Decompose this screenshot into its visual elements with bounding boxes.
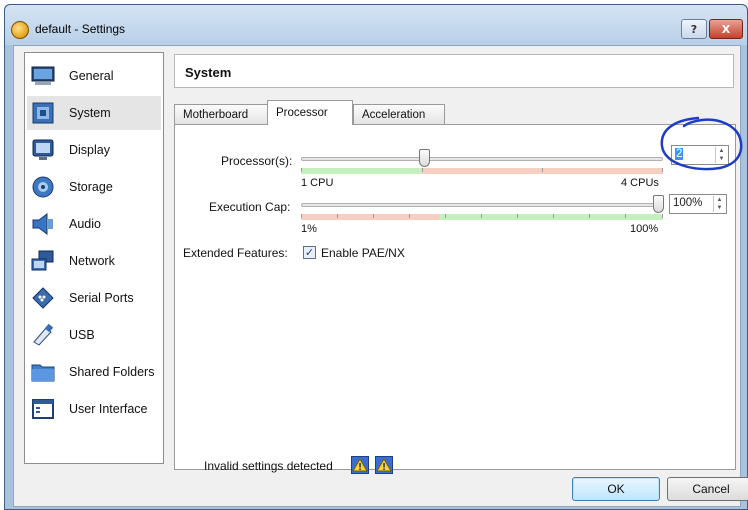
exec-cap-tick xyxy=(373,214,374,218)
processors-max-label: 4 CPUs xyxy=(621,177,659,189)
processor-panel: Processor(s): 1 CPU 4 CPUs 2 ▲ ▼ Executi… xyxy=(174,124,736,470)
exec-cap-max-label: 100% xyxy=(630,223,659,235)
window-icon xyxy=(32,399,54,419)
warning-display-icon[interactable] xyxy=(375,456,393,474)
section-header: System xyxy=(174,54,734,88)
exec-cap-label: Execution Cap: xyxy=(209,200,291,214)
usb-icon xyxy=(33,324,54,346)
disk-icon xyxy=(32,176,54,198)
settings-sidebar: General System Display Storage Audio Net… xyxy=(24,52,164,464)
help-button[interactable]: ? xyxy=(681,19,707,39)
exec-cap-tick xyxy=(481,214,482,218)
sidebar-item-label: USB xyxy=(69,328,95,342)
pae-nx-label[interactable]: Enable PAE/NX xyxy=(321,246,405,260)
sidebar-item-label: Shared Folders xyxy=(69,365,155,379)
warning-triangle-icon xyxy=(352,458,368,472)
exec-cap-tick xyxy=(409,214,410,218)
sidebar-item-general[interactable]: General xyxy=(27,59,161,93)
spin-up-icon[interactable]: ▲ xyxy=(714,196,725,204)
processors-tick xyxy=(301,168,302,172)
sidebar-item-label: Storage xyxy=(69,180,113,194)
exec-cap-valid-zone xyxy=(439,214,663,220)
tab-acceleration[interactable]: Acceleration xyxy=(353,104,445,124)
exec-cap-tick xyxy=(662,214,663,218)
network-icon xyxy=(31,250,54,271)
exec-cap-value[interactable]: 100% xyxy=(673,197,702,209)
processors-valid-zone xyxy=(301,168,422,174)
display-icon xyxy=(32,139,54,160)
invalid-settings-text: Invalid settings detected xyxy=(204,459,333,473)
sidebar-item-system[interactable]: System xyxy=(27,96,161,130)
sidebar-item-display[interactable]: Display xyxy=(27,133,161,167)
processors-tick xyxy=(422,168,423,172)
sidebar-item-label: Audio xyxy=(69,217,101,231)
speaker-icon xyxy=(32,213,53,235)
processors-slider-thumb[interactable] xyxy=(419,149,430,167)
monitor-icon xyxy=(31,66,55,85)
sidebar-item-audio[interactable]: Audio xyxy=(27,207,161,241)
exec-cap-spinbox[interactable]: 100% ▲ ▼ xyxy=(669,194,727,214)
exec-cap-tick xyxy=(337,214,338,218)
sidebar-item-serial-ports[interactable]: Serial Ports xyxy=(27,281,161,315)
settings-window: default - Settings ? X General System Di… xyxy=(4,4,748,510)
exec-cap-tick xyxy=(589,214,590,218)
annotation-circle xyxy=(660,116,743,171)
title-bar[interactable]: default - Settings ? X xyxy=(5,5,747,45)
sidebar-item-user-interface[interactable]: User Interface xyxy=(27,392,161,426)
exec-cap-tick xyxy=(445,214,446,218)
sidebar-item-label: Display xyxy=(69,143,110,157)
warning-system-icon[interactable] xyxy=(351,456,369,474)
exec-cap-tick xyxy=(517,214,518,218)
exec-cap-spin-buttons: ▲ ▼ xyxy=(713,196,725,212)
sidebar-item-shared-folders[interactable]: Shared Folders xyxy=(27,355,161,389)
exec-cap-warn-zone xyxy=(301,214,439,220)
exec-cap-min-label: 1% xyxy=(301,223,317,235)
window-title: default - Settings xyxy=(35,22,126,36)
warning-triangle-icon xyxy=(376,458,392,472)
processors-slider-track[interactable] xyxy=(301,157,663,161)
tab-processor[interactable]: Processor xyxy=(267,100,353,125)
sidebar-item-label: System xyxy=(69,106,111,120)
page-title: System xyxy=(185,65,232,80)
sidebar-item-label: Network xyxy=(69,254,115,268)
exec-cap-tick xyxy=(553,214,554,218)
sidebar-item-label: User Interface xyxy=(69,402,148,416)
spin-down-icon[interactable]: ▼ xyxy=(714,204,725,212)
close-button[interactable]: X xyxy=(709,19,743,39)
processors-tick xyxy=(542,168,543,172)
exec-cap-slider-thumb[interactable] xyxy=(653,195,664,213)
cancel-button[interactable]: Cancel xyxy=(667,477,748,501)
exec-cap-slider-track[interactable] xyxy=(301,203,663,207)
sidebar-item-storage[interactable]: Storage xyxy=(27,170,161,204)
ok-button[interactable]: OK xyxy=(572,477,660,501)
dialog-body: General System Display Storage Audio Net… xyxy=(13,45,748,507)
sidebar-item-usb[interactable]: USB xyxy=(27,318,161,352)
extended-features-label: Extended Features: xyxy=(183,246,288,260)
sidebar-item-network[interactable]: Network xyxy=(27,244,161,278)
exec-cap-tick xyxy=(301,214,302,218)
exec-cap-tick xyxy=(625,214,626,218)
serial-port-icon xyxy=(32,287,54,309)
sidebar-item-label: General xyxy=(69,69,114,83)
processors-label: Processor(s): xyxy=(221,154,293,168)
pae-nx-checkbox[interactable]: ✓ xyxy=(303,246,316,259)
folder-icon xyxy=(31,364,55,382)
tab-motherboard[interactable]: Motherboard xyxy=(174,104,268,124)
virtualbox-app-icon xyxy=(11,21,29,39)
sidebar-item-label: Serial Ports xyxy=(69,291,134,305)
processors-min-label: 1 CPU xyxy=(301,177,334,189)
chip-icon xyxy=(32,102,54,124)
